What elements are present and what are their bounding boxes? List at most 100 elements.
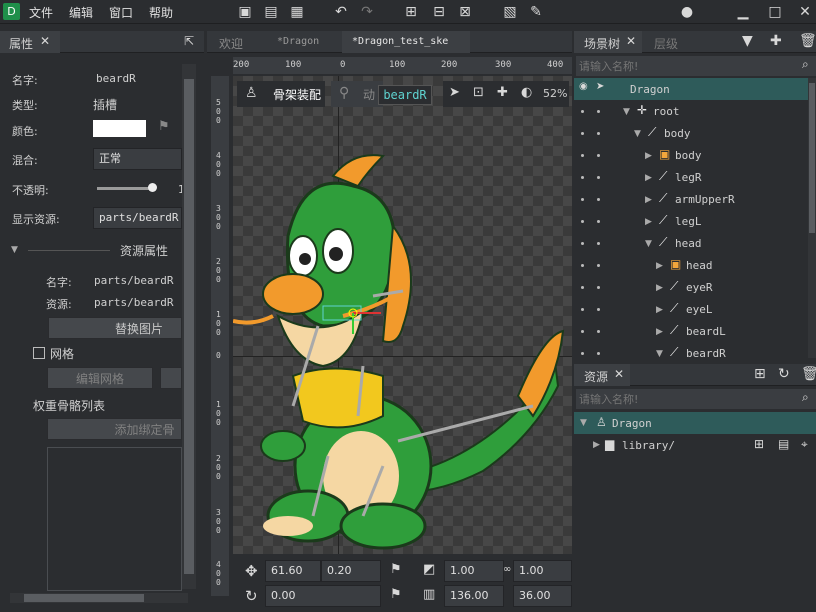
animate-mode-button[interactable]: ⚲ 动: [331, 81, 383, 107]
tree-row[interactable]: ▼ ⟋ head: [574, 232, 808, 254]
close-icon[interactable]: ✕: [626, 34, 636, 48]
lock-dot[interactable]: [597, 176, 600, 179]
tab-dragon-test-ske[interactable]: *Dragon_test_ske: [342, 31, 470, 53]
zoom-icon[interactable]: ◐: [521, 85, 532, 100]
tree-row[interactable]: ▼ ⟋ body: [574, 122, 808, 144]
lock-dot[interactable]: [597, 132, 600, 135]
scene-tree-scrollbar[interactable]: [808, 78, 816, 358]
expand-arrow-icon[interactable]: ▼: [580, 418, 587, 428]
filter-icon[interactable]: ▼: [742, 33, 753, 49]
visibility-dot[interactable]: [581, 132, 584, 135]
open-folder-icon[interactable]: ▤: [778, 437, 789, 451]
replace-image-button[interactable]: 替换图片: [48, 317, 182, 339]
new-file-icon[interactable]: ▣: [236, 3, 254, 21]
visibility-dot[interactable]: [581, 286, 584, 289]
trash-icon[interactable]: 🗑: [799, 33, 816, 49]
asset-row-library[interactable]: ▶ ▆ library/ ⊞ ▤ ⌖: [574, 434, 816, 456]
hscroll-thumb[interactable]: [24, 594, 144, 602]
visibility-dot[interactable]: [581, 176, 584, 179]
undo-icon[interactable]: ↶: [332, 3, 350, 21]
tree-row-dragon[interactable]: ◉ ➤ Dragon: [574, 78, 808, 100]
expand-arrow-icon[interactable]: ▼: [645, 239, 652, 249]
tree-row[interactable]: ▶ ⟋ legL: [574, 210, 808, 232]
open-folder-icon[interactable]: ▤: [262, 3, 280, 21]
visibility-dot[interactable]: [581, 330, 584, 333]
lock-dot[interactable]: [597, 352, 600, 355]
maximize-icon[interactable]: □: [766, 3, 784, 21]
menu-help[interactable]: 帮助: [149, 4, 173, 21]
export-icon[interactable]: ⊟: [430, 3, 448, 21]
dock-icon[interactable]: ⇱: [184, 34, 194, 48]
search-icon[interactable]: ⌕: [802, 57, 809, 72]
assets-search-input[interactable]: [576, 389, 796, 409]
visibility-dot[interactable]: [581, 154, 584, 157]
lock-dot[interactable]: [597, 220, 600, 223]
transform-icon[interactable]: ⊡: [473, 85, 484, 100]
tab-welcome[interactable]: 欢迎: [207, 31, 263, 53]
section-collapse-icon[interactable]: ▼: [11, 245, 18, 255]
scrollbar-thumb[interactable]: [809, 83, 815, 233]
visibility-eye-icon[interactable]: ◉: [579, 81, 588, 92]
dragon-artwork[interactable]: [233, 76, 572, 554]
tab-scene-tree[interactable]: 场景树 ✕: [574, 31, 642, 53]
tree-row[interactable]: ▶ ▣ body: [574, 144, 808, 166]
stage-canvas[interactable]: [233, 76, 572, 554]
lock-dot[interactable]: [597, 154, 600, 157]
tab-assets[interactable]: 资源 ✕: [574, 364, 630, 386]
tree-row[interactable]: ▶ ▣ head: [574, 254, 808, 276]
expand-arrow-icon[interactable]: ▶: [656, 327, 663, 337]
expand-arrow-icon[interactable]: ▼: [656, 349, 663, 358]
name-value[interactable]: beardR: [96, 72, 136, 85]
color-swatch[interactable]: [93, 120, 146, 137]
expand-arrow-icon[interactable]: ▶: [656, 283, 663, 293]
scale-x-input[interactable]: 1.00: [444, 560, 504, 582]
menu-edit[interactable]: 编辑: [69, 4, 93, 21]
lock-dot[interactable]: [597, 110, 600, 113]
lock-dot[interactable]: [597, 286, 600, 289]
trash-icon[interactable]: 🗑: [801, 366, 816, 382]
mesh-checkbox[interactable]: [33, 347, 45, 359]
properties-scrollbar[interactable]: [182, 64, 196, 589]
close-icon[interactable]: ✕: [614, 367, 624, 381]
minimize-icon[interactable]: ▁: [734, 3, 752, 21]
refresh-icon[interactable]: ↻: [778, 366, 790, 382]
lock-dot[interactable]: [597, 264, 600, 267]
tree-row[interactable]: ▶ ⟋ beardL: [574, 320, 808, 342]
tree-row[interactable]: ▶ ⟋ eyeR: [574, 276, 808, 298]
tree-row[interactable]: ▼ ✛ root: [574, 100, 808, 122]
position-x-input[interactable]: 61.60: [265, 560, 321, 582]
expand-arrow-icon[interactable]: ▶: [645, 151, 652, 161]
tree-row[interactable]: ▼ ⟋ beardR: [574, 342, 808, 358]
flag-icon[interactable]: ⚑: [390, 562, 402, 577]
redo-icon[interactable]: ↷: [358, 3, 376, 21]
menu-file[interactable]: 文件: [29, 4, 53, 21]
close-icon[interactable]: ✕: [40, 34, 50, 48]
tree-row[interactable]: ▶ ⟋ armUpperR: [574, 188, 808, 210]
horizontal-scrollbar[interactable]: [10, 593, 188, 603]
opacity-slider-track[interactable]: [97, 187, 155, 190]
expand-arrow-icon[interactable]: ▼: [634, 129, 641, 139]
blend-select[interactable]: 正常: [93, 148, 182, 170]
add-bind-bone-button[interactable]: 添加绑定骨: [47, 418, 182, 440]
lock-dot[interactable]: [597, 198, 600, 201]
lock-icon[interactable]: ➤: [596, 81, 604, 92]
tab-dragon[interactable]: *Dragon: [265, 31, 337, 53]
menu-window[interactable]: 窗口: [109, 4, 133, 21]
lock-dot[interactable]: [597, 330, 600, 333]
flag-icon[interactable]: ⚑: [390, 587, 402, 602]
tab-layers[interactable]: 层级: [654, 35, 678, 52]
opacity-slider-handle[interactable]: [148, 183, 157, 192]
tree-row[interactable]: ▶ ⟋ eyeL: [574, 298, 808, 320]
assets-search[interactable]: ⌕: [576, 389, 816, 409]
scene-search-input[interactable]: [576, 56, 796, 76]
expand-arrow-icon[interactable]: ▶: [645, 217, 652, 227]
select-arrow-icon[interactable]: ➤: [449, 85, 460, 100]
flag-icon[interactable]: ⚑: [158, 119, 170, 134]
mesh-extra-button[interactable]: [160, 367, 182, 389]
edit-mesh-button[interactable]: 编辑网格: [47, 367, 153, 389]
link-icon[interactable]: ∞: [503, 564, 511, 575]
import-icon[interactable]: ⊞: [402, 3, 420, 21]
visibility-dot[interactable]: [581, 308, 584, 311]
close-window-icon[interactable]: ✕: [796, 3, 814, 21]
expand-arrow-icon[interactable]: ▼: [623, 107, 630, 117]
